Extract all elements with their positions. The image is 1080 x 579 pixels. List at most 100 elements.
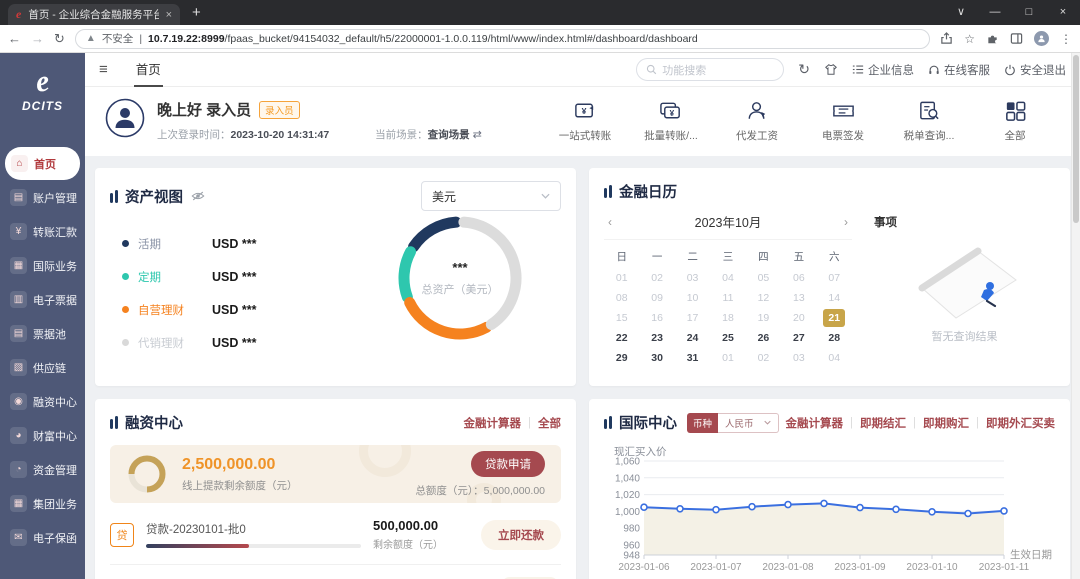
spot-settlement-link[interactable]: 即期结汇 bbox=[860, 415, 906, 431]
calendar-day[interactable]: 23 bbox=[646, 329, 668, 347]
window-maximize-button[interactable]: □ bbox=[1012, 0, 1046, 25]
sidebar-item-bill-pool[interactable]: ▤票据池 bbox=[0, 317, 85, 350]
calendar-day[interactable]: 01 bbox=[717, 349, 739, 367]
back-icon[interactable]: ← bbox=[8, 31, 21, 46]
quick-action-payroll[interactable]: 代发工资 bbox=[726, 99, 788, 143]
calendar-prev-icon[interactable]: ‹ bbox=[608, 215, 628, 229]
calendar-day[interactable]: 10 bbox=[682, 289, 704, 307]
new-tab-button[interactable]: + bbox=[192, 4, 201, 21]
dcits-logo: e DCITS bbox=[0, 53, 85, 125]
calendar-day[interactable]: 03 bbox=[682, 269, 704, 287]
sidebar-item-international[interactable]: ▦国际业务 bbox=[0, 249, 85, 282]
calendar-next-icon[interactable]: › bbox=[828, 215, 848, 229]
quick-action-one-stop-transfer[interactable]: ¥ 一站式转账 bbox=[554, 99, 616, 143]
calendar-day[interactable]: 15 bbox=[611, 309, 633, 327]
collapse-menu-icon[interactable]: ≡ bbox=[99, 61, 108, 78]
spot-fx-trade-link[interactable]: 即期外汇买卖 bbox=[986, 415, 1055, 431]
sidebar-item-financing[interactable]: ◉融资中心 bbox=[0, 385, 85, 418]
calendar-day[interactable]: 17 bbox=[682, 309, 704, 327]
forward-icon[interactable]: → bbox=[31, 31, 44, 46]
search-input[interactable]: 功能搜索 bbox=[636, 58, 784, 81]
theme-skin-icon[interactable] bbox=[824, 63, 838, 76]
calendar-day[interactable]: 27 bbox=[788, 329, 810, 347]
calendar-day[interactable]: 24 bbox=[682, 329, 704, 347]
calendar-day[interactable]: 02 bbox=[752, 349, 774, 367]
browser-tab[interactable]: e 首页 - 企业综合金融服务平台 × bbox=[8, 4, 180, 25]
calendar-day[interactable]: 01 bbox=[611, 269, 633, 287]
financial-calculator-link[interactable]: 金融计算器 bbox=[464, 415, 522, 431]
calendar-day[interactable]: 11 bbox=[717, 289, 739, 307]
all-link[interactable]: 全部 bbox=[538, 415, 561, 431]
wealth-icon: ◕ bbox=[10, 427, 27, 444]
sidebar-item-e-guarantee[interactable]: ✉电子保函 bbox=[0, 521, 85, 554]
sidebar-item-group[interactable]: ▦集团业务 bbox=[0, 487, 85, 520]
calendar-day[interactable]: 09 bbox=[646, 289, 668, 307]
bookmark-star-icon[interactable]: ☆ bbox=[964, 32, 975, 46]
tab-home[interactable]: 首页 bbox=[134, 53, 163, 87]
calendar-day[interactable]: 18 bbox=[717, 309, 739, 327]
quick-action-tax-query[interactable]: 税单查询... bbox=[898, 99, 960, 143]
online-service-link[interactable]: 在线客服 bbox=[928, 62, 990, 78]
calendar-day[interactable]: 14 bbox=[823, 289, 845, 307]
calendar-day[interactable]: 02 bbox=[646, 269, 668, 287]
calendar-day-selected[interactable]: 21 bbox=[823, 309, 845, 327]
calendar-day[interactable]: 04 bbox=[823, 349, 845, 367]
spot-purchase-link[interactable]: 即期购汇 bbox=[923, 415, 969, 431]
sidebar-item-wealth[interactable]: ◕财富中心 bbox=[0, 419, 85, 452]
profile-avatar-icon[interactable] bbox=[1034, 31, 1049, 46]
extensions-icon[interactable] bbox=[986, 32, 999, 45]
quick-action-batch-transfer[interactable]: ¥ 批量转账/... bbox=[640, 99, 702, 143]
user-avatar[interactable] bbox=[105, 98, 145, 143]
window-minimize-button[interactable]: — bbox=[978, 0, 1012, 25]
calendar-day[interactable]: 26 bbox=[752, 329, 774, 347]
calendar-day[interactable]: 28 bbox=[823, 329, 845, 347]
sidebar-item-home[interactable]: ⌂首页 bbox=[5, 147, 80, 180]
enterprise-info-link[interactable]: 企业信息 bbox=[852, 62, 914, 78]
sidebar-item-funds[interactable]: ◔资金管理 bbox=[0, 453, 85, 486]
calendar-day[interactable]: 22 bbox=[611, 329, 633, 347]
safe-exit-link[interactable]: 安全退出 bbox=[1004, 62, 1066, 78]
quick-action-ebill-issue[interactable]: 电票签发 bbox=[812, 99, 874, 143]
window-close-button[interactable]: × bbox=[1046, 0, 1080, 25]
sidebar-item-accounts[interactable]: ▤账户管理 bbox=[0, 181, 85, 214]
calendar-day[interactable]: 07 bbox=[823, 269, 845, 287]
reload-icon[interactable]: ↻ bbox=[54, 31, 65, 47]
currency-type-selector[interactable]: 币种 人民币 bbox=[687, 413, 779, 433]
asset-donut-chart: *** 总资产（美元） bbox=[396, 214, 524, 342]
share-icon[interactable] bbox=[940, 32, 953, 45]
calendar-day[interactable]: 19 bbox=[752, 309, 774, 327]
calendar-day[interactable]: 06 bbox=[788, 269, 810, 287]
quick-action-all[interactable]: 全部 bbox=[984, 99, 1046, 143]
side-panel-icon[interactable] bbox=[1010, 32, 1023, 45]
loan-apply-button[interactable]: 贷款申请 bbox=[471, 451, 545, 477]
browser-menu-icon[interactable]: ⋮ bbox=[1060, 32, 1072, 46]
dcits-logo-mark: e bbox=[0, 61, 87, 103]
calendar-day[interactable]: 13 bbox=[788, 289, 810, 307]
calendar-day[interactable]: 20 bbox=[788, 309, 810, 327]
calendar-day[interactable]: 05 bbox=[752, 269, 774, 287]
calendar-day[interactable]: 12 bbox=[752, 289, 774, 307]
sidebar-item-e-bill[interactable]: ▥电子票据 bbox=[0, 283, 85, 316]
financial-calculator-link[interactable]: 金融计算器 bbox=[786, 415, 844, 431]
address-bar[interactable]: ▲ 不安全 | 10.7.19.22:8999/fpaas_bucket/941… bbox=[75, 29, 930, 49]
refresh-icon[interactable]: ↻ bbox=[798, 61, 810, 78]
calendar-day[interactable]: 03 bbox=[788, 349, 810, 367]
calendar-day[interactable]: 16 bbox=[646, 309, 668, 327]
window-chevron-icon[interactable]: ∨ bbox=[944, 0, 978, 25]
sidebar-item-transfer[interactable]: ¥转账汇款 bbox=[0, 215, 85, 248]
calendar-day[interactable]: 08 bbox=[611, 289, 633, 307]
switch-scene-icon[interactable]: ⇄ bbox=[473, 129, 482, 141]
tab-close-icon[interactable]: × bbox=[166, 9, 172, 21]
calendar-day[interactable]: 29 bbox=[611, 349, 633, 367]
browser-toolbar: ← → ↻ ▲ 不安全 | 10.7.19.22:8999/fpaas_buck… bbox=[0, 25, 1080, 53]
currency-select[interactable]: 美元 bbox=[421, 181, 561, 211]
calendar-day[interactable]: 25 bbox=[717, 329, 739, 347]
calendar-day[interactable]: 04 bbox=[717, 269, 739, 287]
repay-now-button[interactable]: 立即还款 bbox=[481, 520, 561, 550]
page-scrollbar[interactable] bbox=[1071, 53, 1080, 579]
calendar-day[interactable]: 30 bbox=[646, 349, 668, 367]
toggle-visibility-eye-icon[interactable] bbox=[191, 190, 205, 202]
calendar-day[interactable]: 31 bbox=[682, 349, 704, 367]
scrollbar-thumb[interactable] bbox=[1073, 55, 1079, 223]
sidebar-item-supply-chain[interactable]: ▧供应链 bbox=[0, 351, 85, 384]
